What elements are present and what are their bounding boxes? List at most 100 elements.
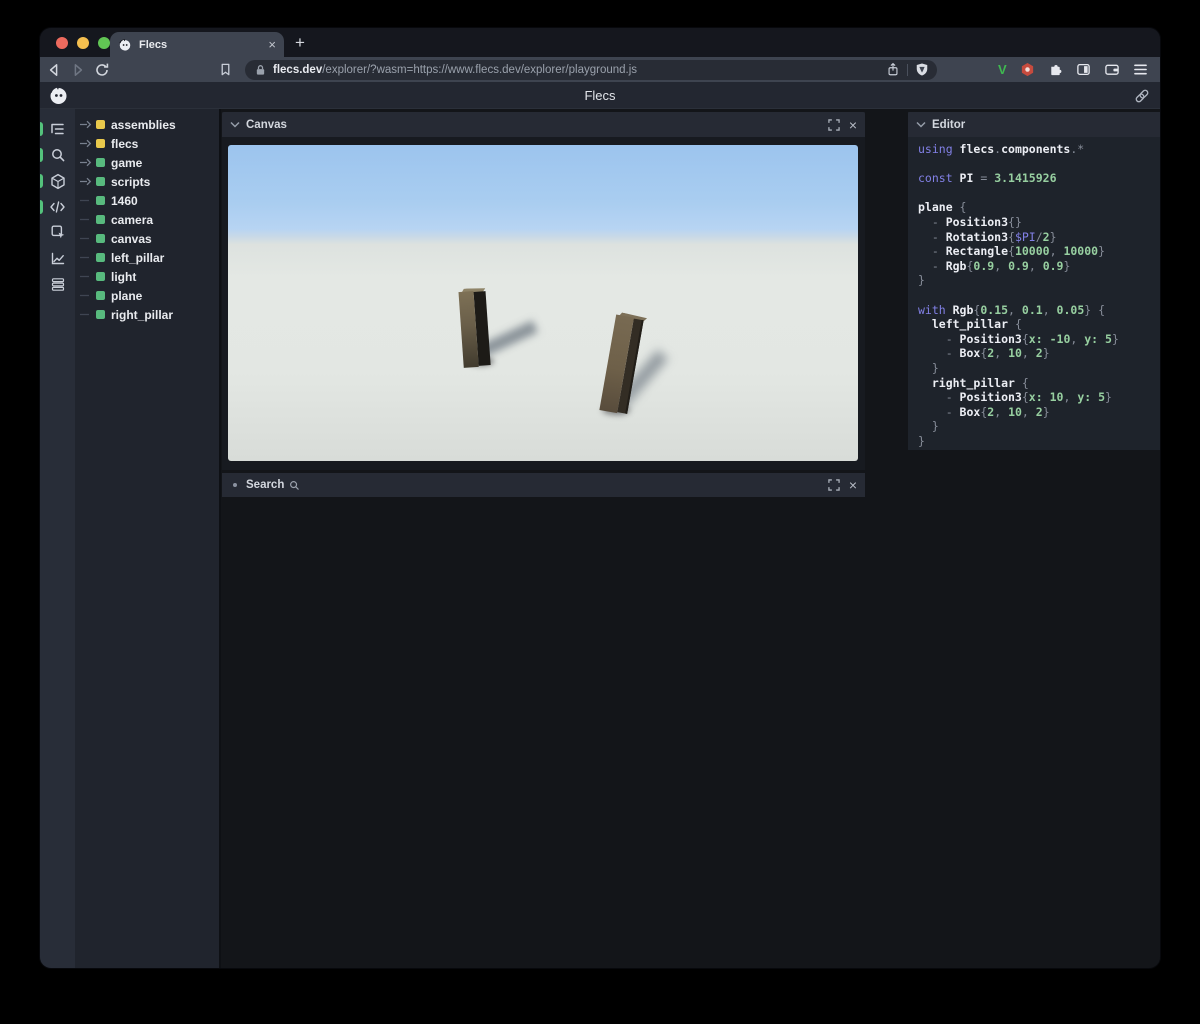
window-close-button[interactable] [56, 37, 68, 49]
layers-stack-icon [51, 277, 64, 291]
module-square-icon [96, 139, 105, 148]
leaf-dash-icon [80, 294, 89, 297]
tree-item-label: assemblies [111, 117, 176, 132]
bookmark-icon[interactable] [218, 62, 233, 77]
browser-tab[interactable]: Flecs × [110, 32, 284, 57]
brave-shield-icon[interactable] [915, 62, 929, 77]
fullscreen-icon[interactable] [828, 118, 840, 131]
panel-title: Search [246, 479, 285, 491]
entity-square-icon [96, 234, 105, 243]
expand-arrow-icon [80, 120, 92, 129]
forward-icon[interactable] [70, 62, 94, 78]
canvas-panel-header[interactable]: Canvas × [222, 112, 865, 137]
tree-item-plane[interactable]: plane [75, 286, 219, 305]
code-line: - Position3{x: -10, y: 5} [918, 331, 1119, 346]
search-panel-header[interactable]: Search × [222, 473, 865, 497]
url-text: flecs.dev/explorer/?wasm=https://www.fle… [273, 64, 637, 76]
tab-bar: Flecs × + [40, 28, 1160, 57]
code-line: const PI = 3.1415926 [918, 171, 1057, 186]
active-indicator [40, 200, 43, 214]
tree-item-light[interactable]: light [75, 267, 219, 286]
sidebar-icon-strip [40, 109, 75, 968]
url-bar[interactable]: flecs.dev/explorer/?wasm=https://www.fle… [245, 59, 937, 80]
code-line: } [918, 433, 925, 448]
tree-item-1460[interactable]: 1460 [75, 191, 219, 210]
window-minimize-button[interactable] [77, 37, 89, 49]
app-content: assemblies flecs game scripts 1460 camera canv… [40, 109, 1160, 968]
extension-hexagon-icon[interactable] [1020, 62, 1035, 77]
chevron-down-icon[interactable] [916, 121, 926, 128]
code-line: left_pillar { [931, 317, 1022, 332]
sidebar-item-inspector[interactable] [40, 219, 75, 245]
left-pillar-mesh [458, 287, 491, 368]
code-line: right_pillar { [931, 375, 1029, 390]
code-line: - Box{2, 10, 2} [918, 346, 1050, 361]
share-link-icon[interactable] [1134, 88, 1150, 104]
url-host: flecs.dev [273, 63, 323, 76]
leaf-dash-icon [80, 256, 89, 259]
window-zoom-button[interactable] [98, 37, 110, 49]
tree-item-assemblies[interactable]: assemblies [75, 115, 219, 134]
editor-panel: Editor × using flecs.components.* const … [908, 112, 1160, 450]
code-line: with Rgb{0.15, 0.1, 0.05} { [918, 302, 1106, 317]
close-icon[interactable]: × [849, 478, 857, 492]
tree-item-label: light [111, 269, 137, 284]
entity-square-icon [96, 310, 105, 319]
close-icon[interactable]: × [849, 118, 857, 132]
sidebar-item-queries[interactable] [40, 271, 75, 297]
entity-tree-icon [51, 123, 64, 135]
entity-square-icon [96, 158, 105, 167]
code-line: - Position3{} [918, 214, 1022, 229]
tree-item-label: game [111, 155, 143, 170]
fullscreen-icon[interactable] [828, 479, 840, 491]
sidebar-item-entity-tree[interactable] [40, 116, 75, 142]
code-line: } [918, 419, 939, 434]
divider [907, 63, 908, 76]
vue-devtools-extension-icon[interactable]: V [998, 62, 1007, 77]
entity-square-icon [96, 291, 105, 300]
sidebar-item-statistics[interactable] [40, 245, 75, 271]
reload-icon[interactable] [94, 62, 118, 78]
tree-item-flecs[interactable]: flecs [75, 134, 219, 153]
cube-3d-icon [50, 173, 65, 189]
tree-item-label: plane [111, 288, 143, 303]
leaf-dash-icon [80, 218, 89, 221]
sidebar-toggle-icon[interactable] [1076, 62, 1091, 77]
entity-square-icon [96, 215, 105, 224]
wallet-icon[interactable] [1104, 62, 1120, 77]
tree-item-right_pillar[interactable]: right_pillar [75, 305, 219, 324]
back-icon[interactable] [46, 62, 70, 78]
tree-item-scripts[interactable]: scripts [75, 172, 219, 191]
module-square-icon [96, 120, 105, 129]
active-indicator [40, 174, 43, 188]
code-icon [50, 201, 65, 213]
tree-item-camera[interactable]: camera [75, 210, 219, 229]
tree-item-game[interactable]: game [75, 153, 219, 172]
url-path: /explorer/?wasm=https://www.flecs.dev/ex… [322, 63, 638, 76]
menu-hamburger-icon[interactable] [1133, 63, 1148, 76]
code-line: - Rotation3{$PI/2} [918, 229, 1057, 244]
scene-3d-viewport[interactable] [228, 145, 858, 461]
tree-item-label: 1460 [111, 193, 138, 208]
tree-item-left_pillar[interactable]: left_pillar [75, 248, 219, 267]
sidebar-item-search[interactable] [40, 142, 75, 168]
code-line: plane { [918, 200, 967, 215]
editor-panel-header[interactable]: Editor × [908, 112, 1160, 137]
canvas-panel: Canvas × [222, 112, 865, 470]
extensions-puzzle-icon[interactable] [1048, 62, 1063, 77]
chevron-down-icon[interactable] [230, 121, 240, 128]
code-line: - Position3{x: 10, y: 5} [918, 390, 1112, 405]
share-icon[interactable] [886, 62, 900, 77]
code-editor[interactable]: using flecs.components.* const PI = 3.14… [908, 137, 1160, 450]
collapsed-indicator-icon[interactable] [233, 483, 237, 487]
tree-item-canvas[interactable]: canvas [75, 229, 219, 248]
sidebar-item-scene-3d[interactable] [40, 168, 75, 194]
chart-icon [51, 252, 64, 264]
tab-close-icon[interactable]: × [268, 38, 276, 51]
code-line: - Box{2, 10, 2} [918, 404, 1050, 419]
new-tab-button[interactable]: + [288, 31, 312, 55]
sidebar-item-script-editor[interactable] [40, 194, 75, 220]
tree-item-label: left_pillar [111, 250, 165, 265]
